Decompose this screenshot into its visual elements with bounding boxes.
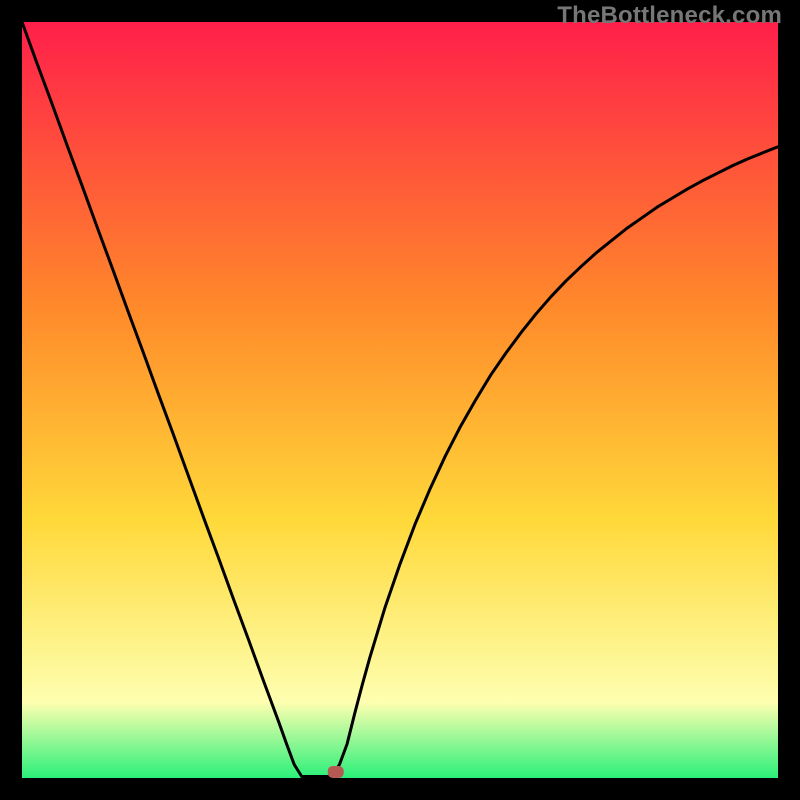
plot-background	[22, 22, 778, 778]
watermark-text: TheBottleneck.com	[557, 2, 782, 30]
chart-container: { "watermark": "TheBottleneck.com", "col…	[0, 0, 800, 800]
optimal-marker	[328, 766, 344, 778]
bottleneck-chart	[0, 0, 800, 800]
